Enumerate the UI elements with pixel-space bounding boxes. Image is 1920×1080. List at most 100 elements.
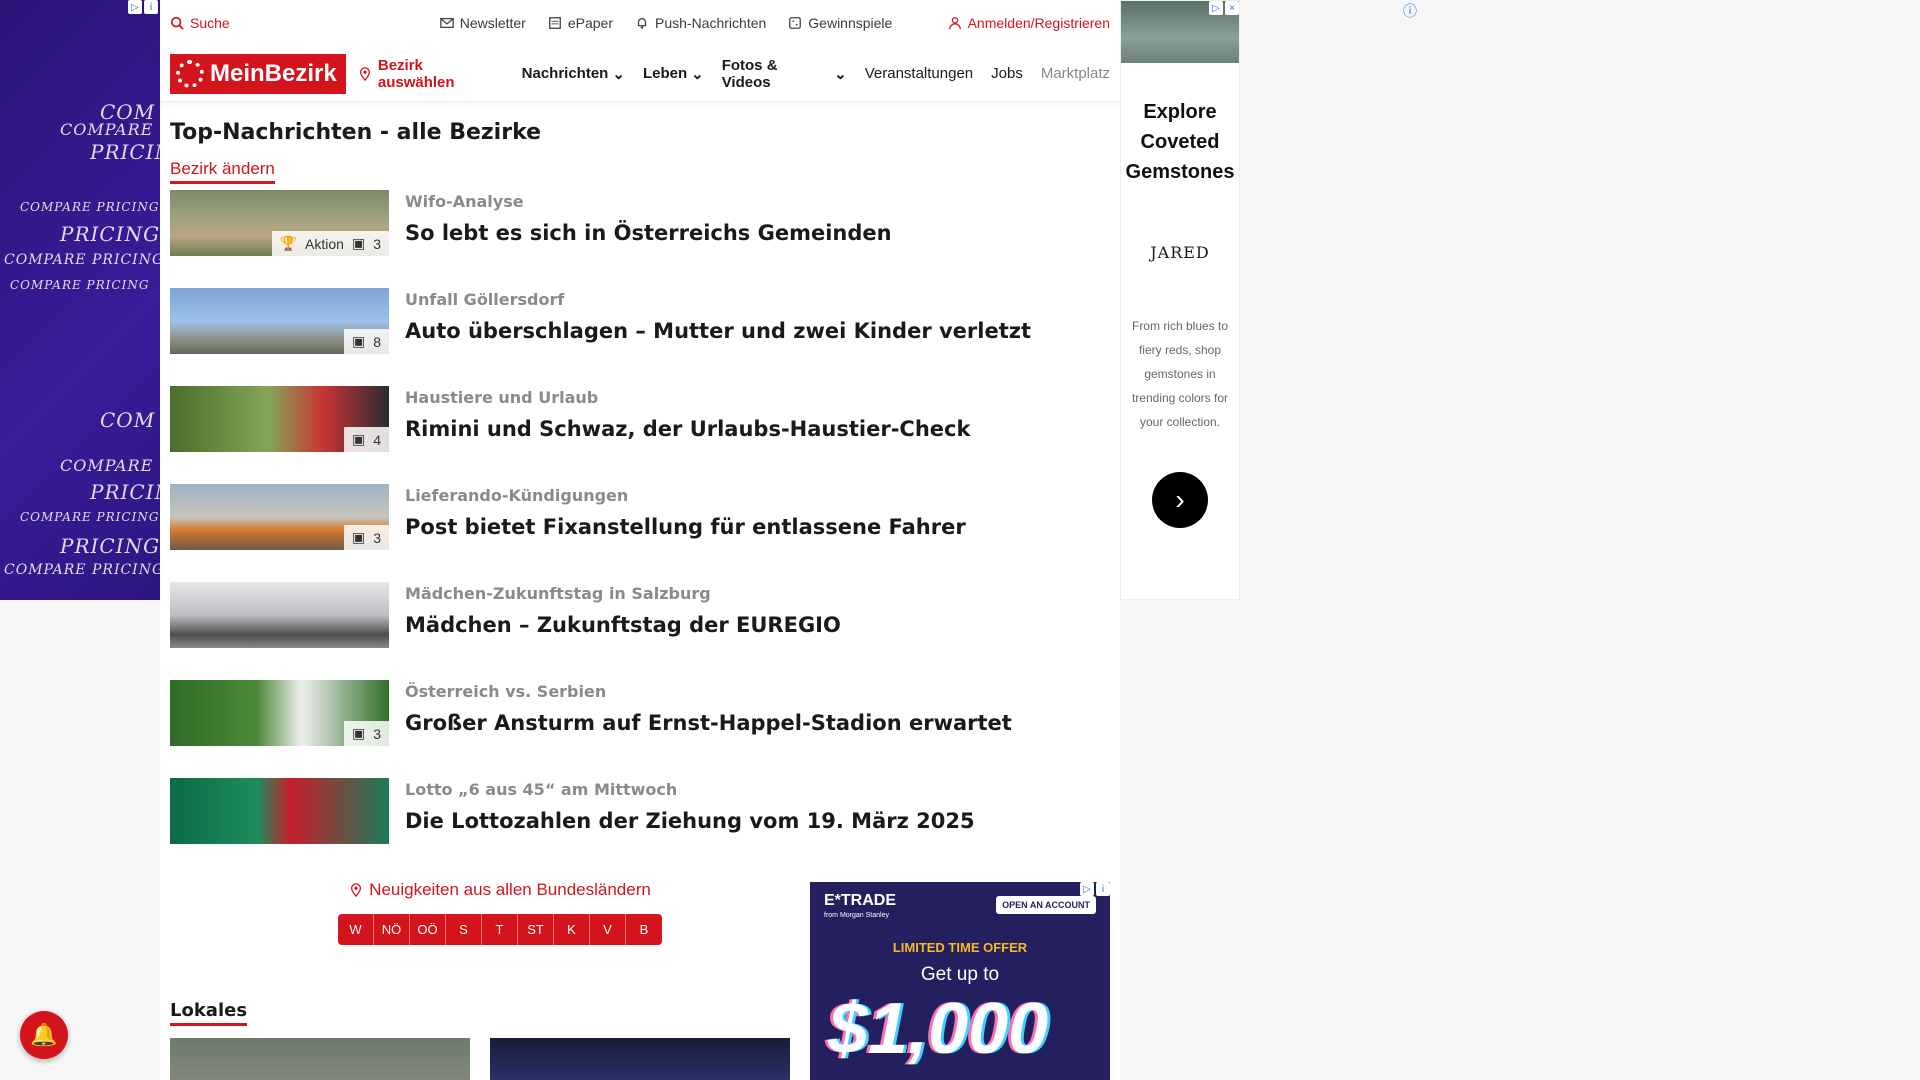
search-label: Suche: [190, 15, 230, 31]
info-icon[interactable]: ⓘ: [1403, 1, 1417, 21]
ad-headline: Explore Coveted Gemstones: [1125, 101, 1235, 183]
article-headline[interactable]: Post bietet Fixanstellung für entlassene…: [405, 515, 966, 539]
ad-badge[interactable]: ▷ ×: [1209, 1, 1239, 15]
state-button-w[interactable]: W: [338, 914, 374, 945]
list-item[interactable]: Lotto „6 aus 45“ am Mittwoch Die Lottoza…: [160, 778, 1120, 876]
left-skyscraper-ad[interactable]: ▷ i COM COMPARE PRICIN COMPARE PRICING P…: [0, 0, 160, 600]
article-text: Lotto „6 aus 45“ am Mittwoch Die Lottoza…: [405, 778, 975, 876]
article-headline[interactable]: Großer Ansturm auf Ernst-Happel-Stadion …: [405, 711, 1012, 735]
article-headline[interactable]: Die Lottozahlen der Ziehung vom 19. März…: [405, 809, 975, 833]
login-link[interactable]: Anmelden/Registrieren: [948, 15, 1110, 31]
chevron-down-icon: ⌄: [691, 65, 704, 83]
close-icon[interactable]: ×: [1225, 1, 1239, 15]
info-icon[interactable]: i: [1096, 882, 1110, 896]
newsletter-label: Newsletter: [459, 15, 526, 31]
ad-text: COMPARE: [60, 456, 154, 475]
lokales-thumbnail[interactable]: [170, 1038, 470, 1080]
adchoices-icon[interactable]: ▷: [1080, 882, 1094, 896]
nav-item-marktplatz[interactable]: Marktplatz: [1041, 57, 1110, 91]
article-thumbnail[interactable]: 🏆 Aktion ▣ 3: [170, 190, 389, 256]
district-select[interactable]: Bezirk auswählen: [358, 57, 504, 91]
state-button-st[interactable]: ST: [518, 914, 554, 945]
nav-item-jobs[interactable]: Jobs: [991, 57, 1023, 91]
state-button-k[interactable]: K: [554, 914, 590, 945]
state-button-t[interactable]: T: [482, 914, 518, 945]
location-pin-icon: [359, 66, 370, 81]
article-kicker: Österreich vs. Serbien: [405, 682, 607, 701]
ad-badge[interactable]: ▷ i: [128, 0, 158, 14]
state-button-ooe[interactable]: OÖ: [410, 914, 446, 945]
list-item[interactable]: ▣ 4 Haustiere und Urlaub Rimini und Schw…: [160, 386, 1120, 484]
ad-brand-sub: from Morgan Stanley: [824, 912, 889, 919]
site-logo[interactable]: MeinBezirk: [170, 53, 346, 94]
newsletter-link[interactable]: Newsletter: [439, 15, 526, 31]
state-button-s[interactable]: S: [446, 914, 482, 945]
nav-item-label: Fotos & Videos: [721, 56, 778, 91]
epaper-label: ePaper: [567, 15, 613, 31]
nav-item-label: Veranstaltungen: [864, 65, 974, 82]
notification-bell-button[interactable]: 🔔: [20, 1011, 68, 1059]
article-kicker: Lieferando-Kündigungen: [405, 486, 629, 505]
image-count: 4: [373, 431, 381, 448]
utility-bar: Suche Newsletter ePaper Push-Nachrichten…: [160, 0, 1120, 46]
gallery-icon: ▣: [351, 333, 366, 349]
nav-item-leben[interactable]: Leben ⌄: [643, 57, 704, 91]
ad-text: PRICIN: [90, 480, 160, 504]
thumbnail-overlay: ▣ 8: [343, 329, 389, 354]
chevron-down-icon: ⌄: [834, 65, 847, 83]
gewinnspiele-link[interactable]: Gewinnspiele: [788, 15, 892, 31]
article-headline[interactable]: So lebt es sich in Österreichs Gemeinden: [405, 221, 892, 245]
push-link[interactable]: Push-Nachrichten: [635, 15, 766, 31]
article-text: Mädchen-Zukunftstag in Salzburg Mädchen …: [405, 582, 841, 680]
article-headline[interactable]: Rimini und Schwaz, der Urlaubs-Haustier-…: [405, 417, 970, 441]
right-skyscraper-ad[interactable]: ▷ × Explore Coveted Gemstones JARED From…: [1120, 0, 1240, 600]
lokales-heading[interactable]: Lokales: [170, 1000, 248, 1026]
nav-item-veranstaltungen[interactable]: Veranstaltungen: [865, 57, 973, 91]
list-item[interactable]: 🏆 Aktion ▣ 3 Wifo-Analyse So lebt es sic…: [160, 190, 1120, 288]
epaper-link[interactable]: ePaper: [548, 15, 613, 31]
nav-item-fotos-videos[interactable]: Fotos & Videos ⌄: [722, 57, 847, 91]
article-headline[interactable]: Mädchen – Zukunftstag der EUREGIO: [405, 613, 841, 637]
info-icon[interactable]: i: [144, 0, 158, 14]
ad-badge[interactable]: ▷ i: [1080, 882, 1110, 896]
ad-text: PRICIN: [90, 140, 160, 164]
article-headline[interactable]: Auto überschlagen – Mutter und zwei Kind…: [405, 319, 1031, 343]
state-button-b[interactable]: B: [626, 914, 662, 945]
chevron-down-icon: ⌄: [612, 65, 625, 83]
lokales-thumbnail[interactable]: [490, 1038, 790, 1080]
etrade-ad[interactable]: ▷ i E*TRADE from Morgan Stanley OPEN AN …: [810, 882, 1110, 1080]
article-thumbnail[interactable]: ▣ 8: [170, 288, 389, 354]
list-item[interactable]: ▣ 3 Österreich vs. Serbien Großer Anstur…: [160, 680, 1120, 778]
adchoices-icon[interactable]: ▷: [128, 0, 142, 14]
article-thumbnail[interactable]: ▣ 4: [170, 386, 389, 452]
ad-text: PRICING: [60, 222, 160, 246]
ad-text: COMPARE PRICING: [20, 200, 160, 214]
open-account-button[interactable]: OPEN AN ACCOUNT: [996, 896, 1096, 914]
change-district-link[interactable]: Bezirk ändern: [170, 159, 275, 184]
ad-text: COMPARE PRICING: [4, 252, 160, 268]
state-button-v[interactable]: V: [590, 914, 626, 945]
list-item[interactable]: Mädchen-Zukunftstag in Salzburg Mädchen …: [160, 582, 1120, 680]
nav-item-nachrichten[interactable]: Nachrichten ⌄: [522, 57, 625, 91]
list-item[interactable]: ▣ 8 Unfall Göllersdorf Auto überschlagen…: [160, 288, 1120, 386]
adchoices-icon[interactable]: ▷: [1209, 1, 1223, 15]
search-button[interactable]: Suche: [170, 15, 230, 31]
main-navbar: MeinBezirk Bezirk auswählen Nachrichten ⌄…: [160, 46, 1120, 102]
ad-arrow-button[interactable]: ›: [1152, 472, 1208, 528]
ad-text: PRICING: [60, 534, 160, 558]
states-link[interactable]: Neuigkeiten aus allen Bundesländern: [280, 880, 720, 900]
nav-item-label: Marktplatz: [1040, 65, 1111, 82]
gallery-icon: ▣: [351, 431, 366, 447]
article-thumbnail[interactable]: [170, 582, 389, 648]
newspaper-icon: [548, 17, 561, 29]
state-button-noe[interactable]: NÖ: [374, 914, 410, 945]
utility-links: Newsletter ePaper Push-Nachrichten Gewin…: [439, 15, 892, 31]
article-thumbnail[interactable]: ▣ 3: [170, 680, 389, 746]
article-thumbnail[interactable]: [170, 778, 389, 844]
article-thumbnail[interactable]: ▣ 3: [170, 484, 389, 550]
login-label: Anmelden/Registrieren: [967, 15, 1110, 31]
main-column: Suche Newsletter ePaper Push-Nachrichten…: [160, 0, 1120, 1080]
list-item[interactable]: ▣ 3 Lieferando-Kündigungen Post bietet F…: [160, 484, 1120, 582]
search-icon: [170, 16, 184, 30]
article-kicker: Mädchen-Zukunftstag in Salzburg: [405, 584, 711, 603]
